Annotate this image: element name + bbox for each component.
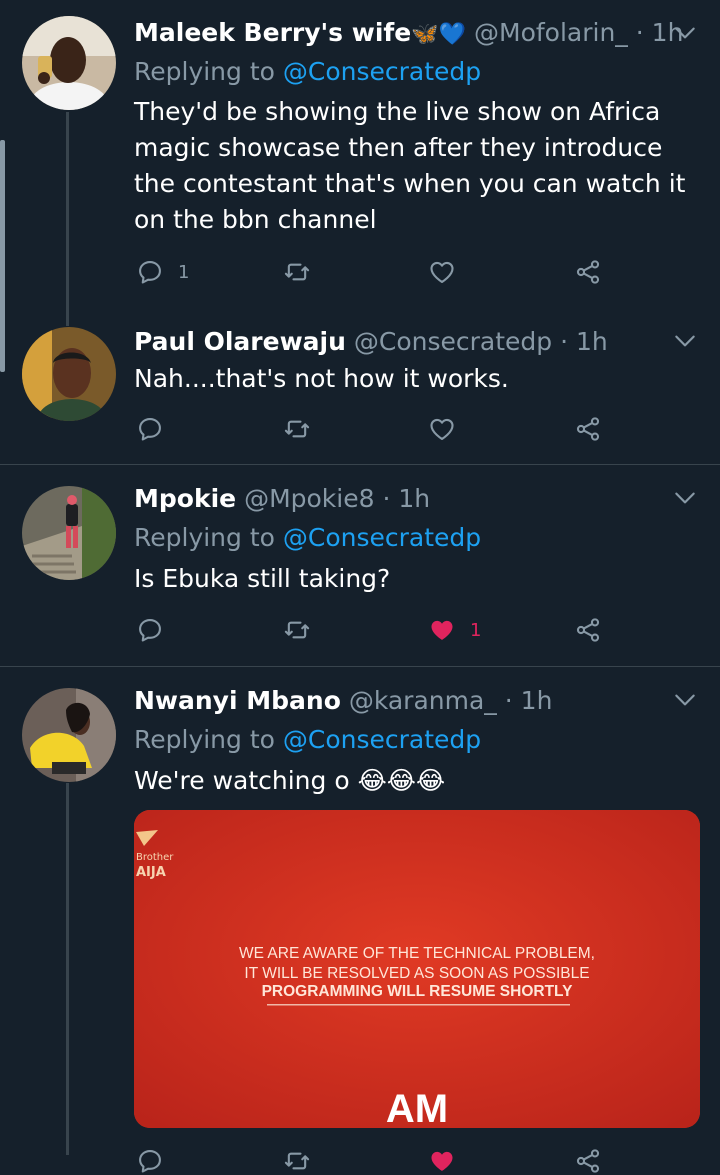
mention-link[interactable]: @Consecratedp [283, 57, 481, 86]
share-button[interactable] [574, 1147, 602, 1175]
replying-prefix: Replying to [134, 523, 275, 552]
tweet-text: Nah....that's not how it works. [134, 364, 509, 393]
reply-button[interactable]: 1 [136, 258, 189, 286]
timestamp[interactable]: 1h [398, 484, 430, 513]
share-icon [574, 415, 602, 443]
chevron-down-icon[interactable] [672, 687, 698, 713]
notice-line-3: PROGRAMMING WILL RESUME SHORTLY [262, 983, 574, 1000]
reply-count: 1 [178, 261, 190, 283]
retweet-button[interactable] [282, 616, 312, 644]
separator-dot: · [560, 327, 569, 356]
heart-filled-icon [428, 616, 456, 644]
tweet-media-image[interactable]: Brother AIJA WE ARE AWARE OF THE TECHNIC… [134, 810, 700, 1128]
reply-icon [136, 258, 164, 286]
like-button[interactable] [428, 1147, 456, 1175]
avatar[interactable] [22, 16, 116, 110]
avatar[interactable] [22, 688, 116, 782]
scroll-indicator[interactable] [0, 140, 5, 372]
reply-button[interactable] [136, 1147, 164, 1175]
like-button[interactable] [428, 415, 456, 443]
retweet-icon [282, 616, 312, 644]
tweet-header: Paul Olarewaju @Consecratedp · 1h [134, 326, 608, 358]
retweet-icon [282, 415, 312, 443]
tweet-text: We're watching o 😂😂😂 [134, 763, 704, 799]
notice-line-1: WE ARE AWARE OF THE TECHNICAL PROBLEM, [239, 945, 595, 962]
handle[interactable]: @Mpokie8 [244, 484, 374, 513]
like-count: 1 [470, 619, 482, 641]
share-icon [574, 616, 602, 644]
reply-button[interactable] [136, 415, 164, 443]
heart-filled-icon [428, 1147, 456, 1175]
chevron-down-icon[interactable] [672, 20, 698, 46]
tweet-header: Maleek Berry's wife🦋💙 @Mofolarin_ · 1h [134, 17, 683, 51]
divider [0, 464, 720, 465]
chevron-down-icon[interactable] [672, 328, 698, 354]
heart-icon [428, 415, 456, 443]
tweet-text-emoji: 😂😂😂 [357, 766, 446, 795]
separator-dot: · [382, 484, 391, 513]
share-icon [574, 258, 602, 286]
retweet-icon [282, 258, 312, 286]
retweet-icon [282, 1147, 312, 1175]
like-button[interactable]: 1 [428, 616, 481, 644]
mention-link[interactable]: @Consecratedp [283, 523, 481, 552]
display-name[interactable]: Mpokie [134, 484, 236, 513]
replying-prefix: Replying to [134, 57, 275, 86]
thread-line [66, 112, 69, 326]
retweet-button[interactable] [282, 1147, 312, 1175]
avatar[interactable] [22, 486, 116, 580]
share-button[interactable] [574, 258, 602, 286]
share-button[interactable] [574, 616, 602, 644]
channel-logo: AM [386, 1087, 448, 1128]
tv-screen-photo: Brother AIJA WE ARE AWARE OF THE TECHNIC… [134, 810, 700, 1128]
display-name[interactable]: Paul Olarewaju [134, 327, 346, 356]
retweet-button[interactable] [282, 415, 312, 443]
tweet-header: Nwanyi Mbano @karanma_ · 1h [134, 685, 552, 717]
avatar[interactable] [22, 327, 116, 421]
replying-to: Replying to @Consecratedp [134, 56, 481, 88]
tweet-text-content: We're watching o [134, 766, 350, 795]
handle[interactable]: @Consecratedp [354, 327, 552, 356]
notice-underline [267, 1004, 570, 1006]
separator-dot: · [504, 686, 513, 715]
timestamp[interactable]: 1h [521, 686, 553, 715]
replying-to: Replying to @Consecratedp [134, 724, 481, 756]
thread-line [66, 783, 69, 1155]
logo-top-text: Brother [136, 852, 174, 863]
like-button[interactable] [428, 258, 456, 286]
chevron-down-icon[interactable] [672, 485, 698, 511]
reply-button[interactable] [136, 616, 164, 644]
tweet-text: They'd be showing the live show on Afric… [134, 97, 686, 234]
share-icon [574, 1147, 602, 1175]
retweet-button[interactable] [282, 258, 312, 286]
separator-dot: · [635, 18, 644, 47]
handle[interactable]: @Mofolarin_ [474, 18, 628, 47]
handle[interactable]: @karanma_ [349, 686, 497, 715]
logo-bottom-text: AIJA [136, 865, 166, 880]
tweet-text: Is Ebuka still taking? [134, 564, 391, 593]
replying-to: Replying to @Consecratedp [134, 522, 481, 554]
display-name[interactable]: Nwanyi Mbano [134, 686, 341, 715]
replying-prefix: Replying to [134, 725, 275, 754]
display-name[interactable]: Maleek Berry's wife [134, 18, 411, 47]
reply-icon [136, 616, 164, 644]
notice-line-2: IT WILL BE RESOLVED AS SOON AS POSSIBLE [244, 965, 589, 982]
reply-icon [136, 1147, 164, 1175]
timestamp[interactable]: 1h [576, 327, 608, 356]
reply-icon [136, 415, 164, 443]
share-button[interactable] [574, 415, 602, 443]
divider [0, 666, 720, 667]
tweet-header: Mpokie @Mpokie8 · 1h [134, 483, 430, 515]
mention-link[interactable]: @Consecratedp [283, 725, 481, 754]
heart-icon [428, 258, 456, 286]
name-emoji: 🦋💙 [411, 22, 467, 47]
